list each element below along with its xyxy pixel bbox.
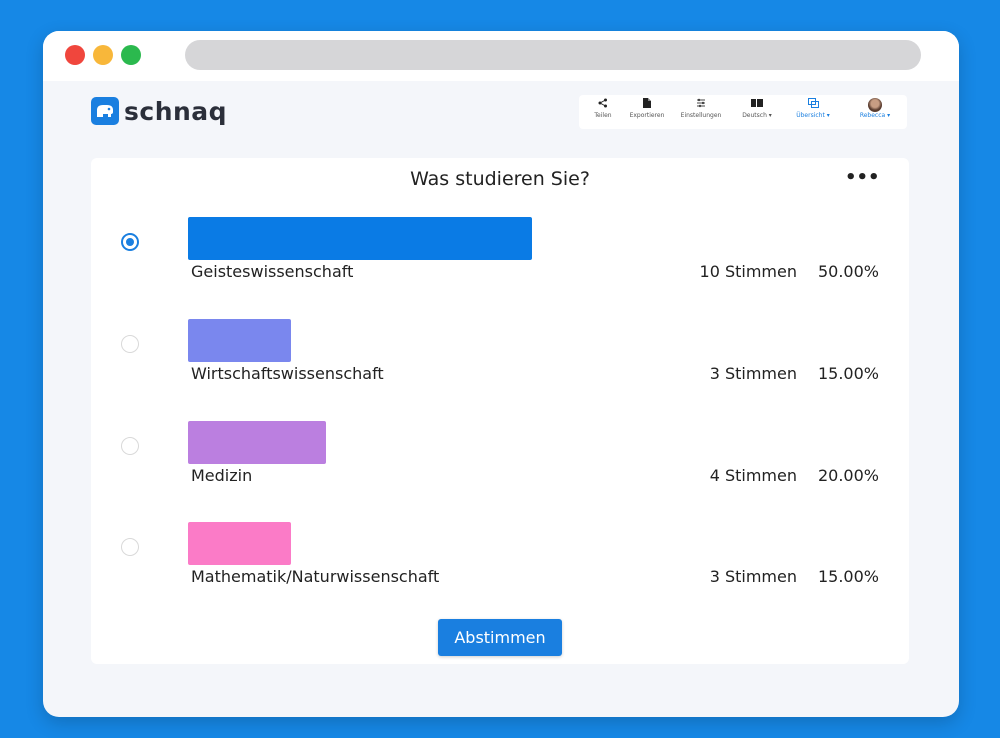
poll-option[interactable]: Medizin 4 Stimmen 20.00% <box>91 421 909 511</box>
result-bar <box>188 217 532 260</box>
share-icon <box>579 98 627 112</box>
elephant-logo-icon <box>91 97 119 125</box>
nav-user-label: Rebecca ▾ <box>859 112 891 119</box>
option-radio[interactable] <box>121 335 139 353</box>
document-icon <box>623 98 671 112</box>
option-radio[interactable] <box>121 538 139 556</box>
nav-overview-label: Übersicht ▾ <box>796 112 830 119</box>
browser-window: schnaq Teilen Exportieren Einstellungen … <box>43 31 959 717</box>
nav-export-label: Exportieren <box>629 112 665 119</box>
option-percent: 15.00% <box>817 567 879 586</box>
result-bar <box>188 522 291 565</box>
nav-settings[interactable]: Einstellungen <box>677 98 725 120</box>
top-navbar: Teilen Exportieren Einstellungen Deutsch… <box>579 95 907 129</box>
poll-question: Was studieren Sie? <box>410 168 590 190</box>
option-label: Wirtschaftswissenschaft <box>191 364 384 383</box>
vote-button[interactable]: Abstimmen <box>438 619 562 656</box>
option-votes: 4 Stimmen <box>709 466 797 485</box>
window-titlebar <box>43 31 959 81</box>
poll-card: Was studieren Sie? ••• Geisteswissenscha… <box>91 158 909 664</box>
nav-language[interactable]: Deutsch ▾ <box>733 98 781 120</box>
nav-user-menu[interactable]: Rebecca ▾ <box>847 98 903 120</box>
option-label: Geisteswissenschaft <box>191 262 354 281</box>
result-bar <box>188 421 326 464</box>
option-label: Mathematik/Naturwissenschaft <box>191 567 440 586</box>
poll-option[interactable]: Mathematik/Naturwissenschaft 3 Stimmen 15.… <box>91 522 909 612</box>
nav-share-label: Teilen <box>594 112 612 119</box>
overview-icon <box>789 98 837 112</box>
poll-option[interactable]: Geisteswissenschaft 10 Stimmen 50.00% <box>91 217 909 307</box>
option-votes: 10 Stimmen <box>699 262 797 281</box>
settings-icon <box>677 98 725 112</box>
option-label: Medizin <box>191 466 253 485</box>
nav-export[interactable]: Exportieren <box>623 98 671 120</box>
close-window-button[interactable] <box>65 45 85 65</box>
option-votes: 3 Stimmen <box>709 567 797 586</box>
nav-settings-label: Einstellungen <box>680 112 722 119</box>
more-options-icon[interactable]: ••• <box>845 169 880 188</box>
nav-overview[interactable]: Übersicht ▾ <box>789 98 837 120</box>
poll-option[interactable]: Wirtschaftswissenschaft 3 Stimmen 15.00% <box>91 319 909 409</box>
option-percent: 15.00% <box>817 364 879 383</box>
language-icon <box>733 98 781 112</box>
user-avatar <box>868 98 882 112</box>
option-percent: 20.00% <box>817 466 879 485</box>
maximize-window-button[interactable] <box>121 45 141 65</box>
result-bar <box>188 319 291 362</box>
nav-language-label: Deutsch ▾ <box>742 112 772 119</box>
nav-share[interactable]: Teilen <box>579 98 627 120</box>
brand-name: schnaq <box>124 96 228 126</box>
option-votes: 3 Stimmen <box>709 364 797 383</box>
address-bar[interactable] <box>185 40 921 70</box>
brand-logo[interactable]: schnaq <box>91 95 227 127</box>
option-radio[interactable] <box>121 233 139 251</box>
minimize-window-button[interactable] <box>93 45 113 65</box>
option-radio[interactable] <box>121 437 139 455</box>
option-percent: 50.00% <box>817 262 879 281</box>
